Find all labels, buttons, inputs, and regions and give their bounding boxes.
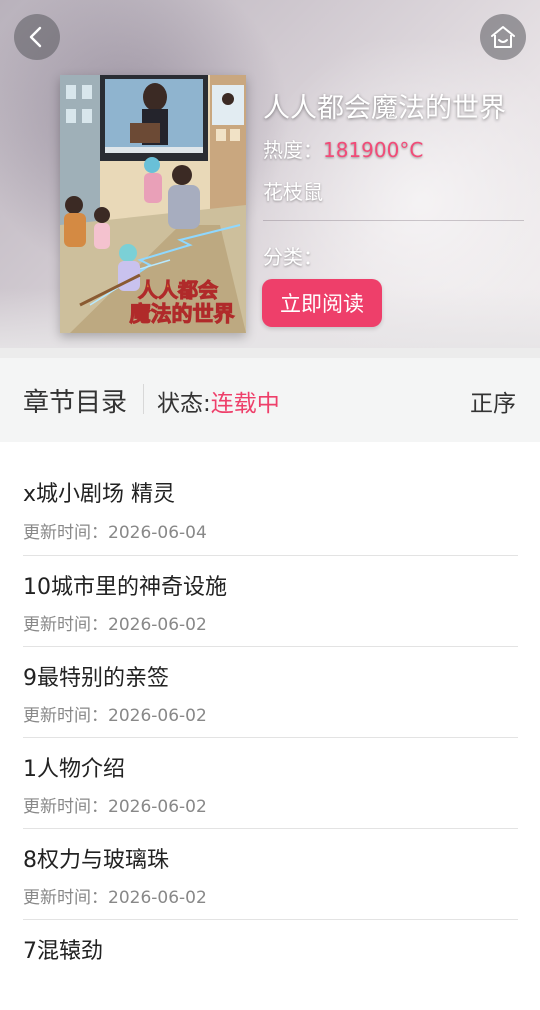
- chapter-item[interactable]: 8权力与玻璃珠 更新时间：2026-06-02: [23, 829, 518, 920]
- cover-title-line2: 魔法的世界: [130, 302, 235, 326]
- update-time-label: 更新时间：: [23, 797, 108, 817]
- chapter-item[interactable]: 10城市里的神奇设施 更新时间：2026-06-02: [23, 556, 518, 647]
- header-separator: [143, 384, 144, 414]
- book-header: 人人都会 魔法的世界 人人都会魔法的世界 热度：181900°C 花枝鼠 分类：…: [0, 0, 540, 348]
- category-label: 分类：: [263, 245, 323, 269]
- update-time-label: 更新时间：: [23, 615, 108, 635]
- sort-order-toggle[interactable]: 正序: [470, 384, 516, 418]
- heat-info: 热度：181900°C: [263, 134, 423, 163]
- serial-status: 状态:连载中: [157, 384, 280, 418]
- chapter-name: 9最特别的亲签: [23, 666, 169, 691]
- home-button[interactable]: [480, 14, 526, 60]
- book-cover-illustration: 人人都会 魔法的世界: [60, 75, 246, 333]
- update-time-value: 2026-06-02: [108, 615, 207, 635]
- update-time-value: 2026-06-02: [108, 888, 207, 908]
- chapter-name: 7混辕劲: [23, 939, 103, 964]
- chapter-name: 10城市里的神奇设施: [23, 575, 227, 600]
- update-time-label: 更新时间：: [23, 706, 108, 726]
- chapter-update-time: 更新时间：2026-06-02: [23, 792, 207, 817]
- chapter-name: 8权力与玻璃珠: [23, 848, 169, 873]
- update-time-label: 更新时间：: [23, 523, 108, 543]
- chapter-update-time: 更新时间：2026-06-02: [23, 610, 207, 635]
- chapter-list-header: 章节目录 状态:连载中 正序: [0, 358, 540, 442]
- chapter-update-time: 更新时间：2026-06-04: [23, 518, 207, 543]
- chapter-item[interactable]: 7混辕劲: [23, 920, 518, 1010]
- book-cover[interactable]: 人人都会 魔法的世界: [60, 75, 246, 333]
- book-title: 人人都会魔法的世界: [263, 93, 506, 124]
- chapter-name: x城小剧场 精灵: [23, 482, 176, 507]
- chevron-left-icon: [29, 26, 42, 48]
- chapter-list-title: 章节目录: [23, 388, 128, 418]
- heat-label: 热度：: [263, 138, 323, 162]
- section-gap: [0, 348, 540, 358]
- chapter-list: x城小剧场 精灵 更新时间：2026-06-04 10城市里的神奇设施 更新时间…: [23, 442, 518, 1010]
- status-label: 状态:: [157, 391, 211, 417]
- chapter-item[interactable]: 9最特别的亲签 更新时间：2026-06-02: [23, 647, 518, 738]
- status-value: 连载中: [210, 391, 280, 417]
- cover-title-line1: 人人都会: [138, 278, 218, 302]
- chapter-item[interactable]: x城小剧场 精灵 更新时间：2026-06-04: [23, 442, 518, 556]
- chapter-update-time: 更新时间：2026-06-02: [23, 883, 207, 908]
- update-time-value: 2026-06-04: [108, 523, 207, 543]
- update-time-label: 更新时间：: [23, 888, 108, 908]
- back-button[interactable]: [14, 14, 60, 60]
- book-author[interactable]: 花枝鼠: [263, 176, 323, 205]
- chapter-name: 1人物介绍: [23, 757, 125, 782]
- update-time-value: 2026-06-02: [108, 706, 207, 726]
- chapter-update-time: 更新时间：2026-06-02: [23, 701, 207, 726]
- heat-value: 181900°C: [323, 138, 424, 162]
- info-divider: [263, 220, 524, 221]
- update-time-value: 2026-06-02: [108, 797, 207, 817]
- home-icon: [491, 26, 515, 48]
- chapter-item[interactable]: 1人物介绍 更新时间：2026-06-02: [23, 738, 518, 829]
- read-now-button[interactable]: 立即阅读: [262, 279, 382, 327]
